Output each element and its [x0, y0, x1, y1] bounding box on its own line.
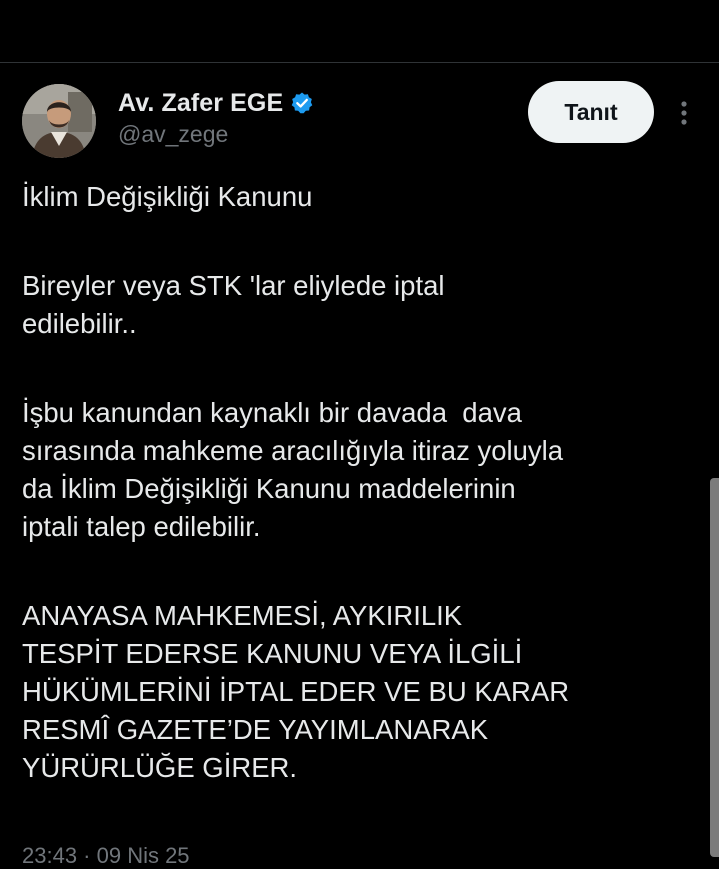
more-vertical-icon[interactable]	[672, 98, 696, 128]
verified-badge-icon	[290, 91, 314, 115]
tweet-text-line: sırasında mahkeme aracılığıyla itiraz yo…	[22, 435, 564, 466]
avatar[interactable]	[22, 84, 96, 158]
tweet-text-line: da İklim Değişikliği Kanunu maddelerinin	[22, 473, 516, 504]
tweet-text-line: İşbu kanundan kaynaklı bir davada dava	[22, 397, 522, 428]
author-name[interactable]: Av. Zafer EGE	[118, 89, 283, 118]
author-name-row[interactable]: Av. Zafer EGE	[118, 87, 314, 119]
tweet-timestamp[interactable]: 23:43 · 09 Nis 25	[22, 843, 190, 869]
scrollbar[interactable]	[710, 478, 719, 857]
tweet[interactable]: Av. Zafer EGE @av_zege Tanıt İklim Değiş…	[0, 63, 719, 868]
tweet-text-line: iptali talep edilebilir.	[22, 511, 261, 542]
tweet-text-line: YÜRÜRLÜĞE GİRER.	[22, 752, 298, 783]
tweet-text: İklim Değişikliği Kanunu Bireyler veya S…	[22, 178, 702, 787]
tweet-text-line: RESMÎ GAZETE’DE YAYIMLANARAK	[22, 714, 489, 745]
author-handle[interactable]: @av_zege	[118, 121, 228, 148]
tweet-text-line: Bireyler veya STK 'lar eliylede iptal	[22, 270, 445, 301]
tweet-text-line: TESPİT EDERSE KANUNU VEYA İLGİLİ	[22, 638, 523, 669]
tweet-text-line: ANAYASA MAHKEMESİ, AYKIRILIK	[22, 600, 463, 631]
tweet-text-line: İklim Değişikliği Kanunu	[22, 181, 313, 212]
tweet-text-line: edilebilir..	[22, 308, 137, 339]
follow-button[interactable]: Tanıt	[528, 81, 654, 143]
avatar-image	[22, 84, 96, 158]
tweet-text-line: HÜKÜMLERİNİ İPTAL EDER VE BU KARAR	[22, 676, 570, 707]
